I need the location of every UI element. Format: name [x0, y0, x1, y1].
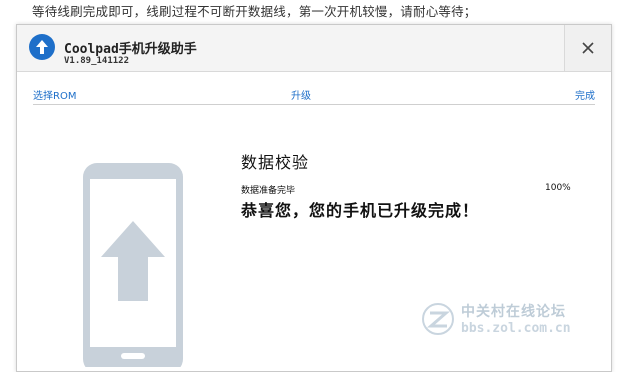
close-button[interactable]: [564, 25, 611, 71]
step-upgrade: 升级: [291, 91, 311, 102]
step-select-rom: 选择ROM: [33, 91, 77, 102]
zol-logo-icon: [422, 302, 454, 335]
phone-illustration: [81, 161, 185, 372]
status-title: 数据校验: [241, 153, 310, 172]
title-bar: Coolpad手机升级助手 V1.89_141122: [17, 25, 611, 72]
instruction-caption: 等待线刷完成即可，线刷过程不可断开数据线，第一次开机较慢，请耐心等待；: [32, 4, 477, 19]
up-arrow-circle-icon: [29, 34, 55, 60]
upgrade-assistant-window: Coolpad手机升级助手 V1.89_141122 选择ROM 升级 完成 数…: [16, 24, 612, 372]
watermark: 中关村在线论坛 bbs.zol.com.cn: [421, 301, 571, 336]
success-message: 恭喜您，您的手机已升级完成！: [241, 201, 480, 220]
progress-percent: 100%: [545, 183, 571, 193]
step-complete: 完成: [575, 91, 595, 102]
close-icon: [582, 42, 594, 54]
upgrade-steps: 选择ROM 升级 完成: [33, 85, 595, 105]
watermark-line1: 中关村在线论坛: [461, 304, 566, 320]
app-version: V1.89_141122: [64, 56, 130, 66]
progress-label: 数据准备完毕: [241, 186, 296, 196]
watermark-line2: bbs.zol.com.cn: [461, 321, 571, 336]
app-title: Coolpad手机升级助手: [64, 42, 197, 57]
steps-divider: [33, 104, 595, 105]
